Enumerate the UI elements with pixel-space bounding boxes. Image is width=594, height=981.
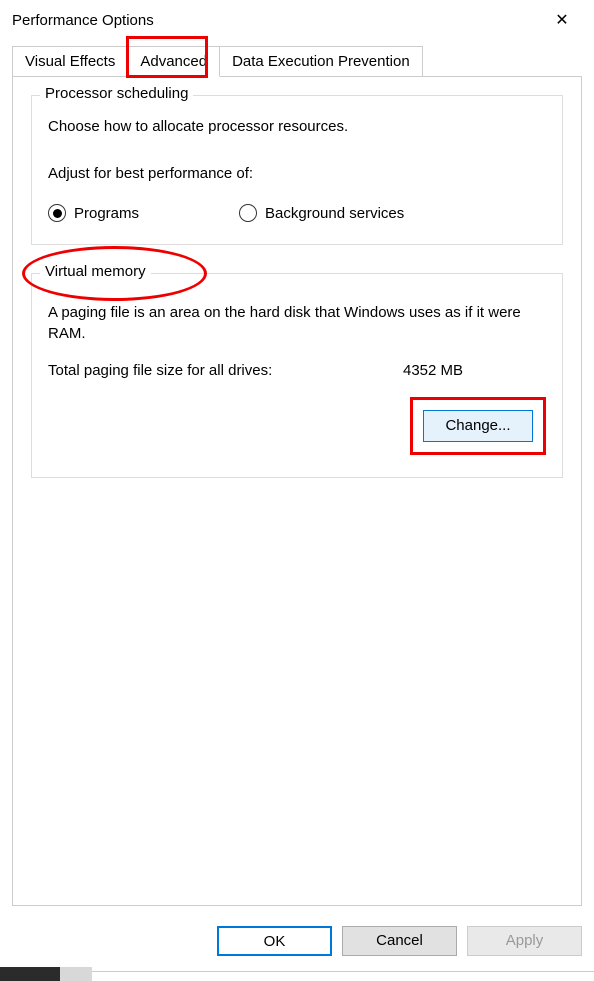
radio-programs[interactable]: Programs [48, 204, 139, 222]
taskbar-strip [0, 967, 594, 981]
window-title: Performance Options [12, 12, 154, 29]
adjust-performance-label: Adjust for best performance of: [48, 165, 546, 182]
tab-visual-effects[interactable]: Visual Effects [12, 46, 128, 76]
change-button[interactable]: Change... [423, 410, 533, 442]
radio-background-label: Background services [265, 205, 404, 222]
tab-data-execution-prevention[interactable]: Data Execution Prevention [219, 46, 423, 76]
processor-scheduling-description: Choose how to allocate processor resourc… [48, 118, 546, 135]
virtual-memory-description: A paging file is an area on the hard dis… [48, 302, 546, 344]
virtual-memory-group: Virtual memory A paging file is an area … [31, 273, 563, 478]
paging-size-value: 4352 MB [403, 362, 463, 379]
virtual-memory-title: Virtual memory [40, 263, 151, 280]
annotation-highlight-change: Change... [410, 397, 546, 455]
tab-advanced[interactable]: Advanced [127, 46, 220, 77]
radio-icon [239, 204, 257, 222]
ok-button[interactable]: OK [217, 926, 332, 956]
cancel-button[interactable]: Cancel [342, 926, 457, 956]
processor-scheduling-title: Processor scheduling [40, 85, 193, 102]
apply-button: Apply [467, 926, 582, 956]
radio-programs-label: Programs [74, 205, 139, 222]
tab-content: Processor scheduling Choose how to alloc… [12, 76, 582, 906]
radio-background-services[interactable]: Background services [239, 204, 404, 222]
close-button[interactable]: ✕ [542, 6, 582, 34]
processor-scheduling-group: Processor scheduling Choose how to alloc… [31, 95, 563, 245]
paging-size-label: Total paging file size for all drives: [48, 362, 403, 379]
radio-icon [48, 204, 66, 222]
close-icon: ✕ [555, 10, 568, 30]
